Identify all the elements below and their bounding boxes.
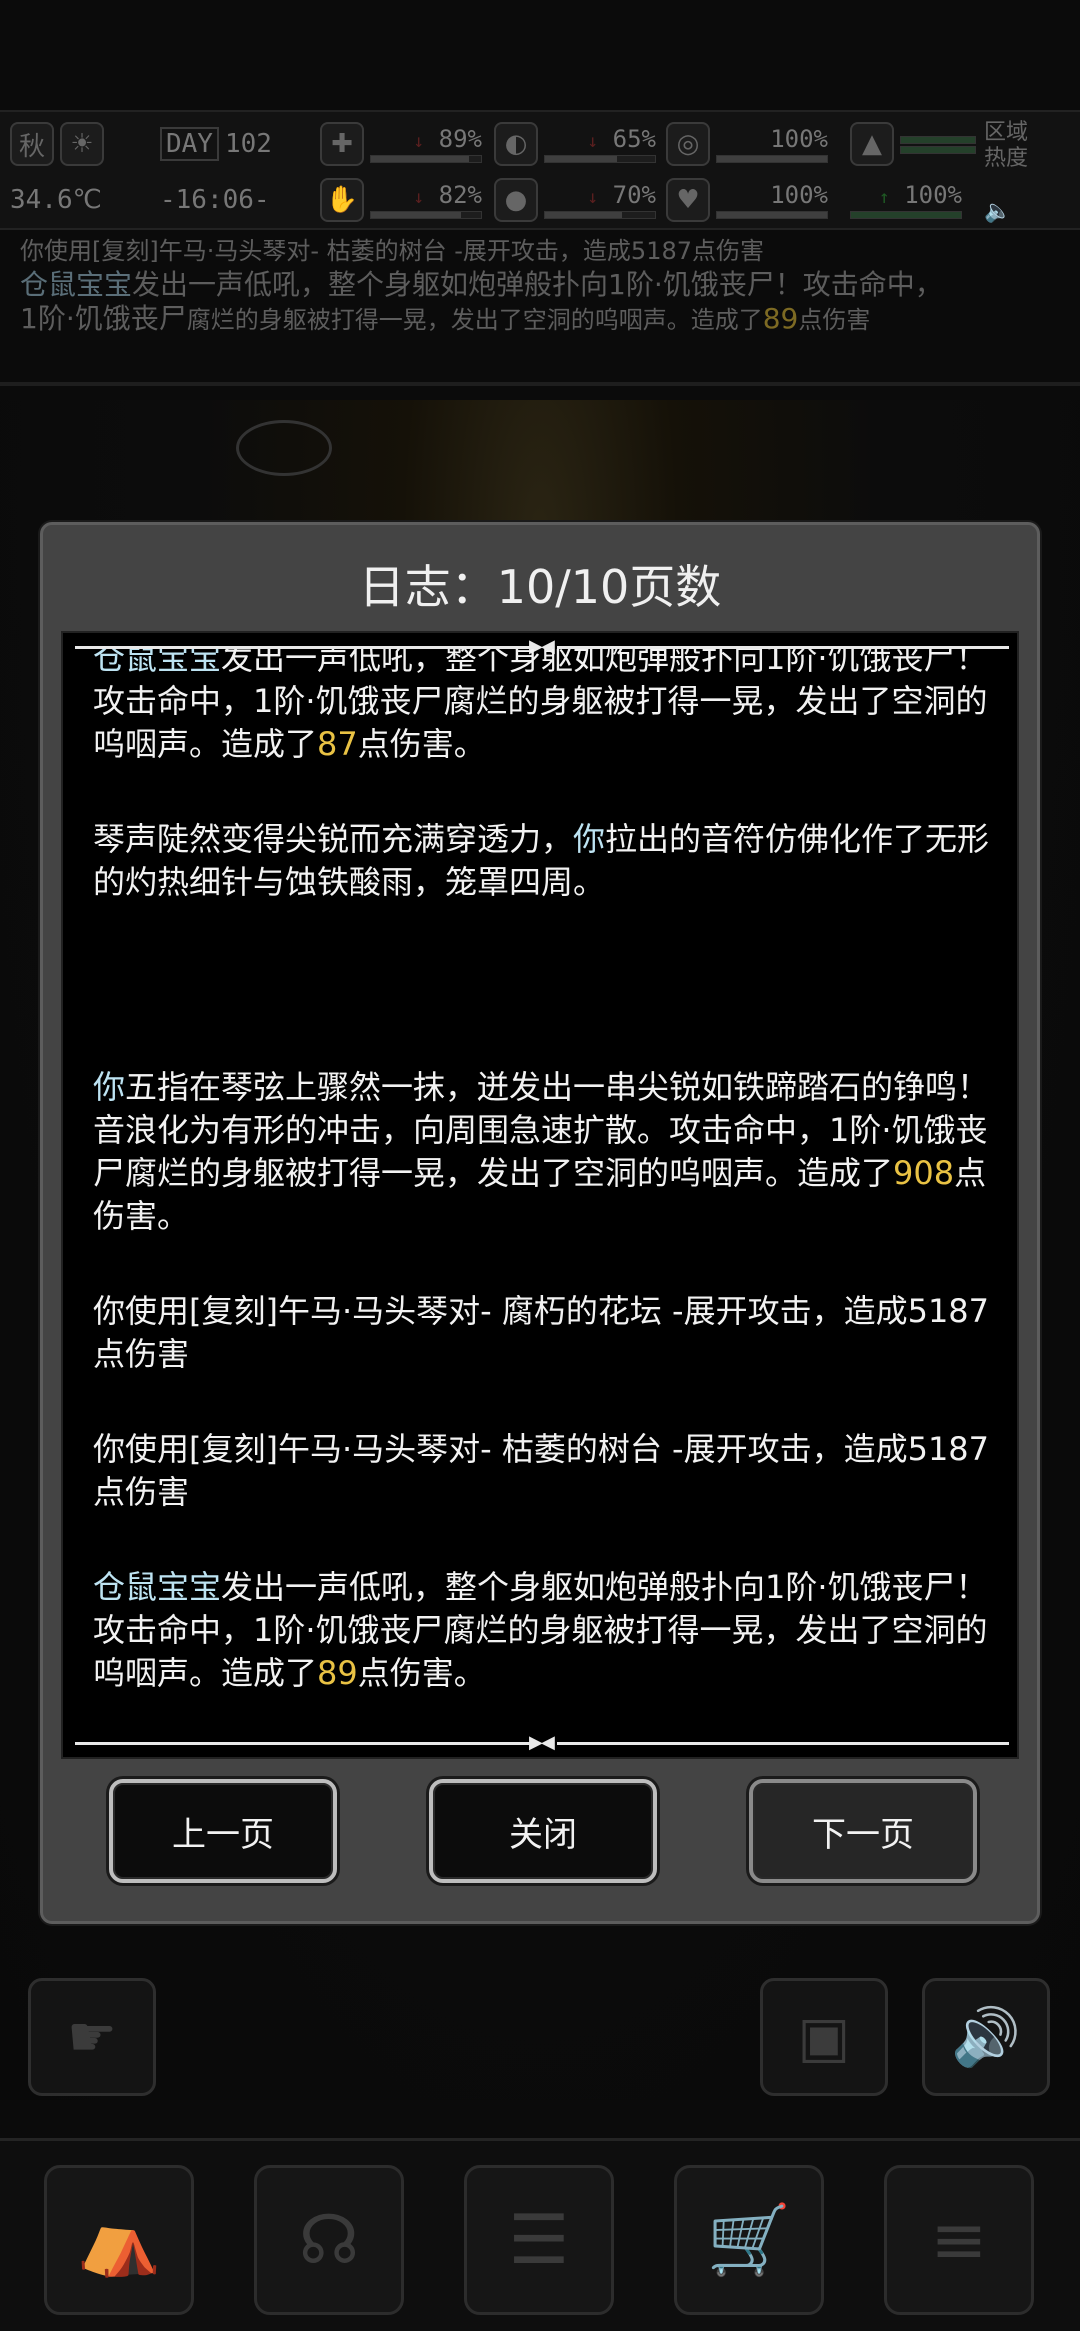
region-heat-text: 区域热度 <box>984 120 1029 171</box>
status-hud: 秋 ☀ 34.6℃ DAY 102 -16:06- ✚ ↓ 89% ✋ ↓ 82% … <box>0 110 1080 230</box>
log-dialog: 日志：10/10页数 ▶ ◀ 仓鼠宝宝发出一声低吼，整个身躯如炮弹般扑向1阶·饥… <box>40 522 1040 1924</box>
bg-log-name: 仓鼠宝宝 <box>20 268 133 301</box>
heart-icon: ♥ <box>666 178 710 222</box>
bottom-divider: ▶ ◀ <box>63 1733 1017 1753</box>
notebook-icon[interactable]: ☰ <box>464 2165 614 2315</box>
damage-value: 87 <box>317 725 358 763</box>
thirst-value: 70% <box>612 181 656 209</box>
actor-name: 仓鼠宝宝 <box>93 649 222 677</box>
close-button[interactable]: 关闭 <box>429 1779 657 1883</box>
log-entry: 琴声陡然变得尖锐而充满穿透力，你拉出的音符仿佛化作了无形的灼热细针与蚀铁酸雨，笼… <box>93 818 1003 904</box>
day-label: DAY <box>160 127 219 161</box>
next-page-button[interactable]: 下一页 <box>749 1779 977 1883</box>
temperature: 34.6℃ <box>10 185 102 215</box>
season-icon: 秋 <box>10 122 54 166</box>
log-panel[interactable]: ▶ ◀ 仓鼠宝宝发出一声低吼，整个身躯如炮弹般扑向1阶·饥饿丧尸！攻击命中，1阶… <box>61 631 1019 1759</box>
bottom-nav: ⛺ ☊ ☰ 🛒 ≡ <box>0 2138 1080 2331</box>
hunger-value: 65% <box>612 125 656 153</box>
stamina-icon: ◎ <box>666 122 710 166</box>
action-tap-icon[interactable]: ☛ <box>28 1978 156 2096</box>
medkit-icon: ✚ <box>320 122 364 166</box>
damage-value: 89 <box>317 1654 358 1692</box>
entry-text: 点伤害。 <box>357 1654 486 1692</box>
shop-cart-icon[interactable]: 🛒 <box>674 2165 824 2315</box>
map-card-icon[interactable]: ▣ <box>760 1978 888 2096</box>
region-heat-indicator[interactable]: 区域热度 🔈 <box>984 120 1034 224</box>
entry-text: 发出一声低吼，整个身躯如炮弹般扑向1阶·饥饿丧尸！攻击命中，1阶·饥饿丧尸腐烂的… <box>93 1568 988 1692</box>
bg-log-line: 你使用[复刻]午马·马头琴对- 枯萎的树台 -展开攻击，造成5187点伤害 <box>20 237 765 265</box>
log-entry: 仓鼠宝宝发出一声低吼，整个身躯如炮弹般扑向1阶·饥饿丧尸！攻击命中，1阶·饥饿丧… <box>93 1566 1003 1695</box>
prev-page-button[interactable]: 上一页 <box>109 1779 337 1883</box>
log-entry: 你使用[复刻]午马·马头琴对- 腐朽的花坛 -展开攻击，造成5187点伤害 <box>93 1292 990 1373</box>
bg-log-text: 腐烂的身躯被打得一晃，发出了空洞的呜咽声。造成了 <box>186 306 763 334</box>
empty-log-entry <box>93 956 1003 1066</box>
sun-icon: ☀ <box>60 122 104 166</box>
bg-log-target: 1阶·饥饿丧尸 <box>20 302 187 335</box>
arrow-left-icon: ◀ <box>541 1732 555 1753</box>
trend-down-icon: ↓ <box>587 187 599 208</box>
season-weather: 秋 ☀ 34.6℃ <box>10 120 160 224</box>
day-number: 102 <box>224 129 272 159</box>
trend-up-icon: ↑ <box>878 187 890 208</box>
entry-text: 点伤害。 <box>357 725 486 763</box>
dialog-title: 日志：10/10页数 <box>358 560 722 614</box>
log-scroll-area[interactable]: 仓鼠宝宝发出一声低吼，整个身躯如炮弹般扑向1阶·饥饿丧尸！攻击命中，1阶·饥饿丧… <box>63 649 1017 1733</box>
clock: -16:06- <box>160 185 270 215</box>
stamina-value: 100% <box>770 125 828 153</box>
actor-name: 你 <box>573 820 606 858</box>
stat-stamina: ◎ 100% ♥ 100% <box>666 120 828 224</box>
damage-value: 908 <box>893 1154 955 1192</box>
target-marker-icon <box>236 420 332 476</box>
day-clock: DAY 102 -16:06- <box>160 120 300 224</box>
trend-down-icon: ↓ <box>587 131 599 152</box>
background-log: 你使用[复刻]午马·马头琴对- 枯萎的树台 -展开攻击，造成5187点伤害 仓鼠… <box>20 234 1060 337</box>
log-entries: 仓鼠宝宝发出一声低吼，整个身躯如炮弹般扑向1阶·饥饿丧尸！攻击命中，1阶·饥饿丧… <box>93 649 1003 1733</box>
menu-list-icon[interactable]: ≡ <box>884 2165 1034 2315</box>
entry-text: 五指在琴弦上骤然一抹，迸发出一串尖锐如铁蹄踏石的铮鸣！音浪化为有形的冲击，向周围… <box>93 1068 990 1192</box>
energy-value: 100% <box>904 181 962 209</box>
stomach-icon: ◐ <box>494 122 538 166</box>
bg-log-line: 1阶·饥饿丧尸腐烂的身躯被打得一晃，发出了空洞的呜咽声。造成了89点伤害 <box>20 302 1060 337</box>
divider <box>0 382 1080 386</box>
stat-mood: ▲ ↑ 100% <box>850 120 976 224</box>
bg-log-text: 点伤害 <box>798 306 871 334</box>
stat-health: ✚ ↓ 89% ✋ ↓ 82% <box>320 120 482 224</box>
health-value: 89% <box>438 125 482 153</box>
log-entry: 你使用[复刻]午马·马头琴对- 枯萎的树台 -展开攻击，造成5187点伤害 <box>93 1430 990 1511</box>
entry-text: 发出一声低吼，整个身躯如炮弹般扑向1阶·饥饿丧尸！攻击命中，1阶·饥饿丧尸腐烂的… <box>93 649 988 763</box>
heart-value: 100% <box>770 181 828 209</box>
brain-icon[interactable]: ☊ <box>254 2165 404 2315</box>
trend-down-icon: ↓ <box>413 131 425 152</box>
actor-name: 仓鼠宝宝 <box>93 1568 222 1606</box>
log-entry: 仓鼠宝宝发出一声低吼，整个身躯如炮弹般扑向1阶·饥饿丧尸！攻击命中，1阶·饥饿丧… <box>93 649 1003 766</box>
bg-log-damage: 89 <box>762 302 799 335</box>
trend-down-icon: ↓ <box>413 187 425 208</box>
region-heat-button[interactable]: 🔊 <box>922 1978 1050 2096</box>
bg-log-text: 发出一声低吼，整个身躯如炮弹般扑向1阶·饥饿丧尸！攻击命中， <box>132 268 943 301</box>
actor-name: 你 <box>93 1068 126 1106</box>
log-entry: 你五指在琴弦上骤然一抹，迸发出一串尖锐如铁蹄踏石的铮鸣！音浪化为有形的冲击，向周… <box>93 1066 1003 1238</box>
water-drop-icon: ● <box>494 178 538 222</box>
bg-log-line: 仓鼠宝宝发出一声低吼，整个身躯如炮弹般扑向1阶·饥饿丧尸！攻击命中， <box>20 268 1060 302</box>
stat-hunger: ◐ ↓ 65% ● ↓ 70% <box>494 120 656 224</box>
season-label: 秋 <box>18 131 45 162</box>
mood-icon: ▲ <box>850 122 894 166</box>
backpack-icon[interactable]: ⛺ <box>44 2165 194 2315</box>
social-value: 82% <box>438 181 482 209</box>
speaker-icon: 🔈 <box>984 199 1012 224</box>
handshake-icon: ✋ <box>320 178 364 222</box>
entry-text: 琴声陡然变得尖锐而充满穿透力， <box>93 820 574 858</box>
